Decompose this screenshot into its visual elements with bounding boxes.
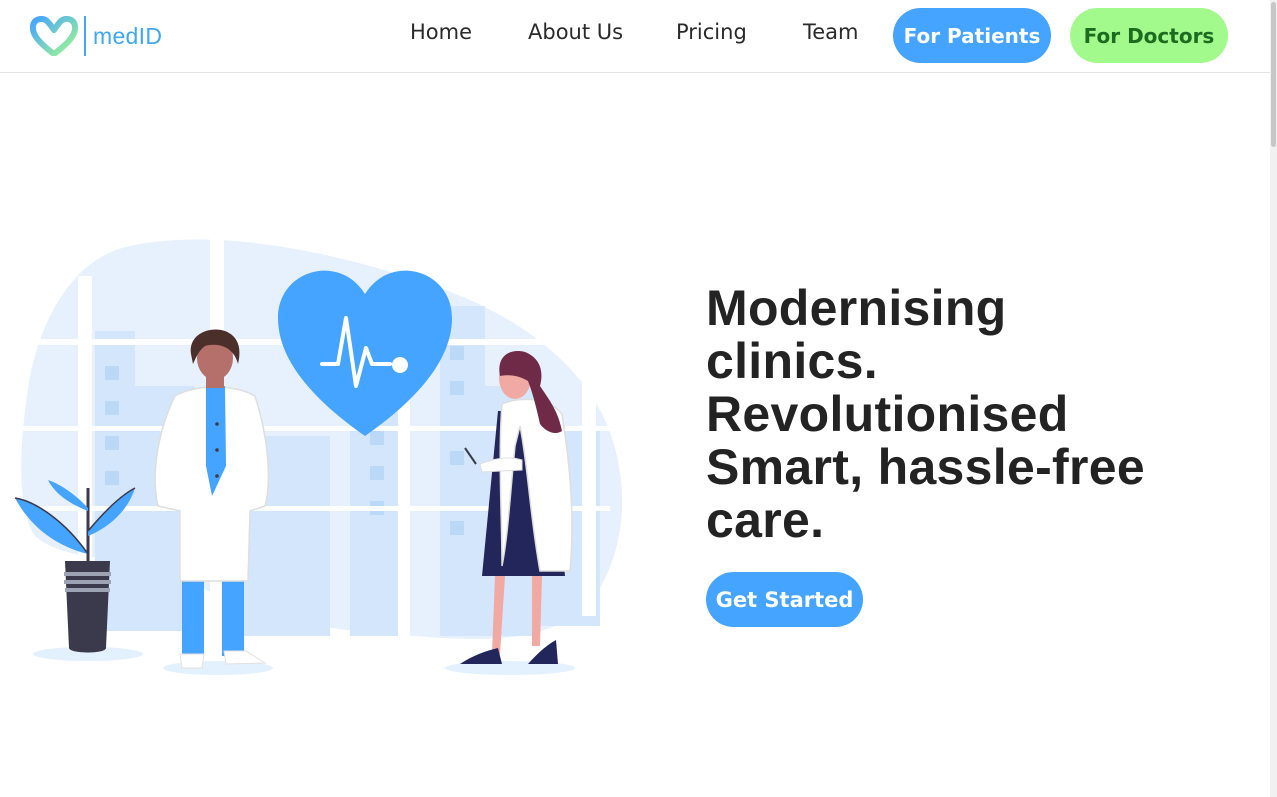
hero-title-line: Modernising (706, 280, 1007, 336)
heart-logo-icon (30, 16, 78, 56)
site-header: medID Home About Us Pricing Team For Pat… (0, 0, 1270, 73)
get-started-button[interactable]: Get Started (706, 572, 863, 627)
nav-home[interactable]: Home (410, 20, 472, 44)
nav-about-us[interactable]: About Us (528, 20, 623, 44)
for-patients-button[interactable]: For Patients (893, 8, 1051, 63)
hero-title-line: Revolutionised (706, 386, 1069, 442)
logo-text: medID (93, 22, 163, 49)
hero-illustration (14, 236, 623, 675)
hero-title-line: care. (706, 492, 825, 548)
nav-team[interactable]: Team (803, 20, 859, 44)
hero-title: Modernising clinics. Revolutionised Smar… (706, 282, 1226, 547)
vertical-scrollbar[interactable] (1270, 0, 1277, 797)
hero-title-line: Smart, hassle-free (706, 439, 1145, 495)
logo[interactable]: medID (30, 14, 162, 58)
scrollbar-thumb[interactable] (1271, 2, 1276, 147)
for-doctors-button[interactable]: For Doctors (1070, 8, 1228, 63)
hero-title-line: clinics. (706, 333, 878, 389)
nav-pricing[interactable]: Pricing (676, 20, 747, 44)
logo-divider (84, 16, 86, 56)
